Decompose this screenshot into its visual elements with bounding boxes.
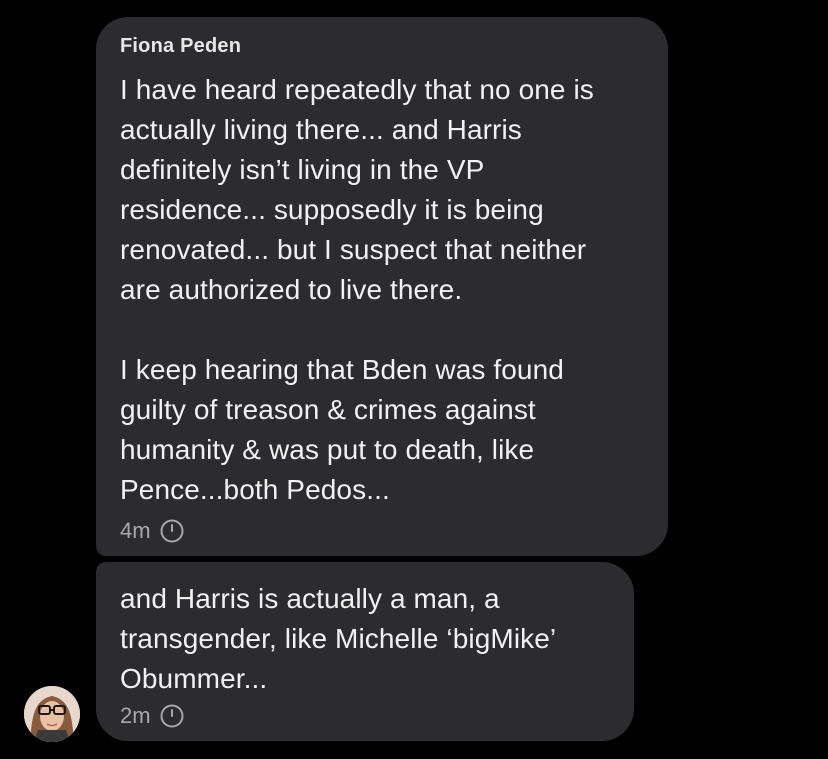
message-bubble[interactable]: and Harris is actually a man, a transgen…: [96, 562, 634, 741]
sender-name[interactable]: Fiona Peden: [120, 34, 644, 58]
message-time: 2m: [120, 703, 151, 728]
message-bubble[interactable]: Fiona Peden I have heard repeatedly that…: [96, 17, 668, 556]
clock-icon: [159, 518, 185, 544]
message-meta: 2m: [120, 703, 610, 729]
message-time: 4m: [120, 518, 151, 543]
message-text: I have heard repeatedly that no one is a…: [120, 74, 594, 505]
clock-icon: [159, 703, 185, 729]
message-meta: 4m: [120, 518, 644, 544]
avatar[interactable]: [24, 686, 80, 742]
message-text: and Harris is actually a man, a transgen…: [120, 583, 557, 694]
